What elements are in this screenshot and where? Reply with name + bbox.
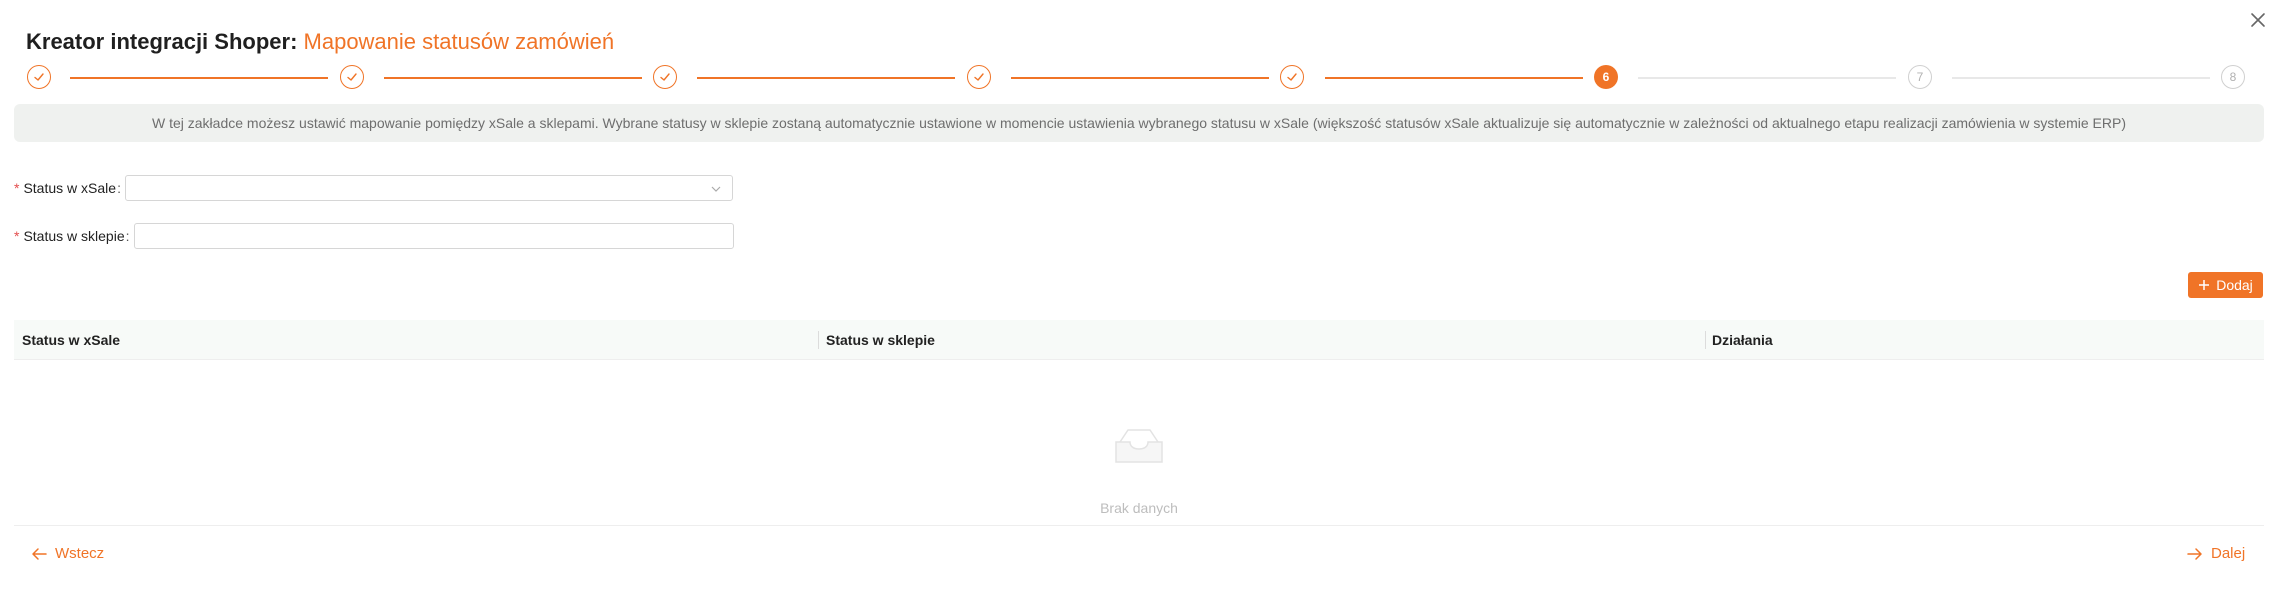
required-mark: *: [14, 228, 20, 244]
step-connector: [1325, 77, 1583, 79]
back-button-label: Wstecz: [55, 545, 105, 562]
step-6-active[interactable]: 6: [1594, 65, 1618, 89]
check-icon: [34, 73, 44, 81]
step-connector: [1011, 77, 1269, 79]
check-icon: [974, 73, 984, 81]
step-3-done[interactable]: [653, 65, 677, 89]
wizard-stepper: 6 7 8: [0, 0, 2277, 100]
step-1-done[interactable]: [27, 65, 51, 89]
column-header-shop-status[interactable]: Status w sklepie: [826, 320, 935, 360]
check-icon: [660, 73, 670, 81]
next-button-label: Dalej: [2211, 545, 2246, 562]
arrow-left-icon: [32, 547, 47, 560]
table-empty-state: Brak danych: [14, 360, 2264, 526]
step-4-done[interactable]: [967, 65, 991, 89]
step-connector: [1952, 77, 2210, 79]
column-divider: [1705, 331, 1706, 349]
add-button-label: Dodaj: [2216, 277, 2253, 293]
label-colon: :: [117, 180, 121, 196]
back-button[interactable]: Wstecz: [31, 545, 104, 562]
xsale-status-row: * Status w xSale :: [14, 175, 733, 201]
chevron-down-icon: [711, 186, 721, 192]
xsale-status-select[interactable]: [124, 175, 733, 201]
required-mark: *: [14, 180, 20, 196]
table-header: Status w xSale Status w sklepie Działani…: [14, 320, 2264, 360]
label-colon: :: [125, 228, 130, 244]
empty-inbox-icon: [1115, 429, 1163, 463]
info-text: W tej zakładce możesz ustawić mapowanie …: [151, 115, 2126, 131]
step-8-pending[interactable]: 8: [2221, 65, 2245, 89]
next-button[interactable]: Dalej: [2187, 545, 2245, 562]
step-7-pending[interactable]: 7: [1908, 65, 1932, 89]
column-header-xsale-status[interactable]: Status w xSale: [22, 320, 120, 360]
step-connector: [70, 77, 328, 79]
check-icon: [1287, 73, 1297, 81]
column-divider: [818, 331, 819, 349]
plus-icon: [2198, 279, 2210, 291]
check-icon: [347, 73, 357, 81]
shop-status-label: Status w sklepie: [23, 228, 125, 244]
arrow-right-icon: [2187, 547, 2202, 560]
step-2-done[interactable]: [340, 65, 364, 89]
step-connector: [384, 77, 642, 79]
mapping-table: Status w xSale Status w sklepie Działani…: [14, 320, 2264, 526]
step-5-done[interactable]: [1280, 65, 1304, 89]
shop-status-input[interactable]: [133, 223, 734, 249]
shop-status-row: * Status w sklepie :: [14, 223, 734, 249]
step-connector: [1638, 77, 1896, 79]
empty-text: Brak danych: [1100, 500, 1178, 516]
info-banner: W tej zakładce możesz ustawić mapowanie …: [14, 104, 2264, 142]
xsale-status-label: Status w xSale: [23, 180, 117, 196]
add-button[interactable]: Dodaj: [2188, 272, 2263, 298]
step-connector: [697, 77, 955, 79]
column-header-actions[interactable]: Działania: [1712, 320, 1773, 360]
